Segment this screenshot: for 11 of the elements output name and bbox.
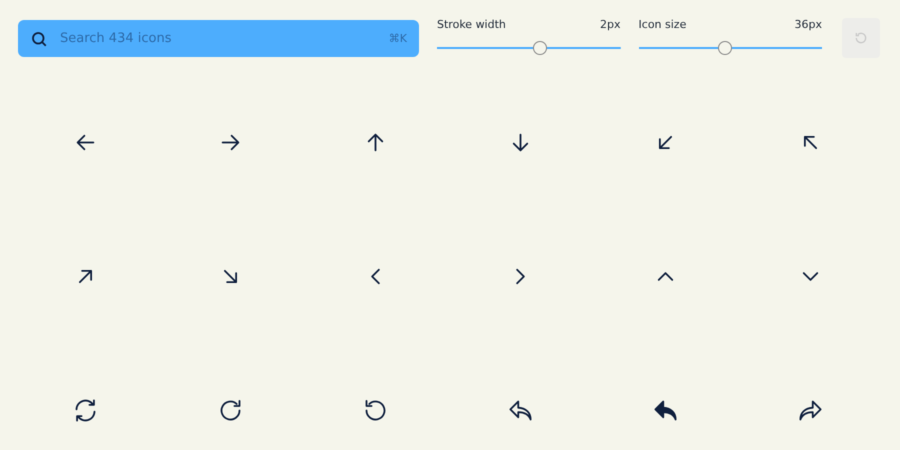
slider-thumb[interactable] [718, 41, 732, 55]
search-field[interactable]: Search 434 icons ⌘K [18, 20, 420, 57]
search-icon [30, 30, 48, 48]
slider-value: 36px [794, 18, 822, 31]
slider-value: 2px [600, 18, 621, 31]
slider-thumb[interactable] [532, 41, 547, 55]
slider-label: Stroke width [437, 18, 506, 31]
slider-label: Icon size [638, 18, 686, 31]
search-input[interactable]: Search 434 icons [58, 30, 379, 47]
reset-icon [854, 31, 868, 45]
shortcut-hint: ⌘K [388, 32, 408, 45]
